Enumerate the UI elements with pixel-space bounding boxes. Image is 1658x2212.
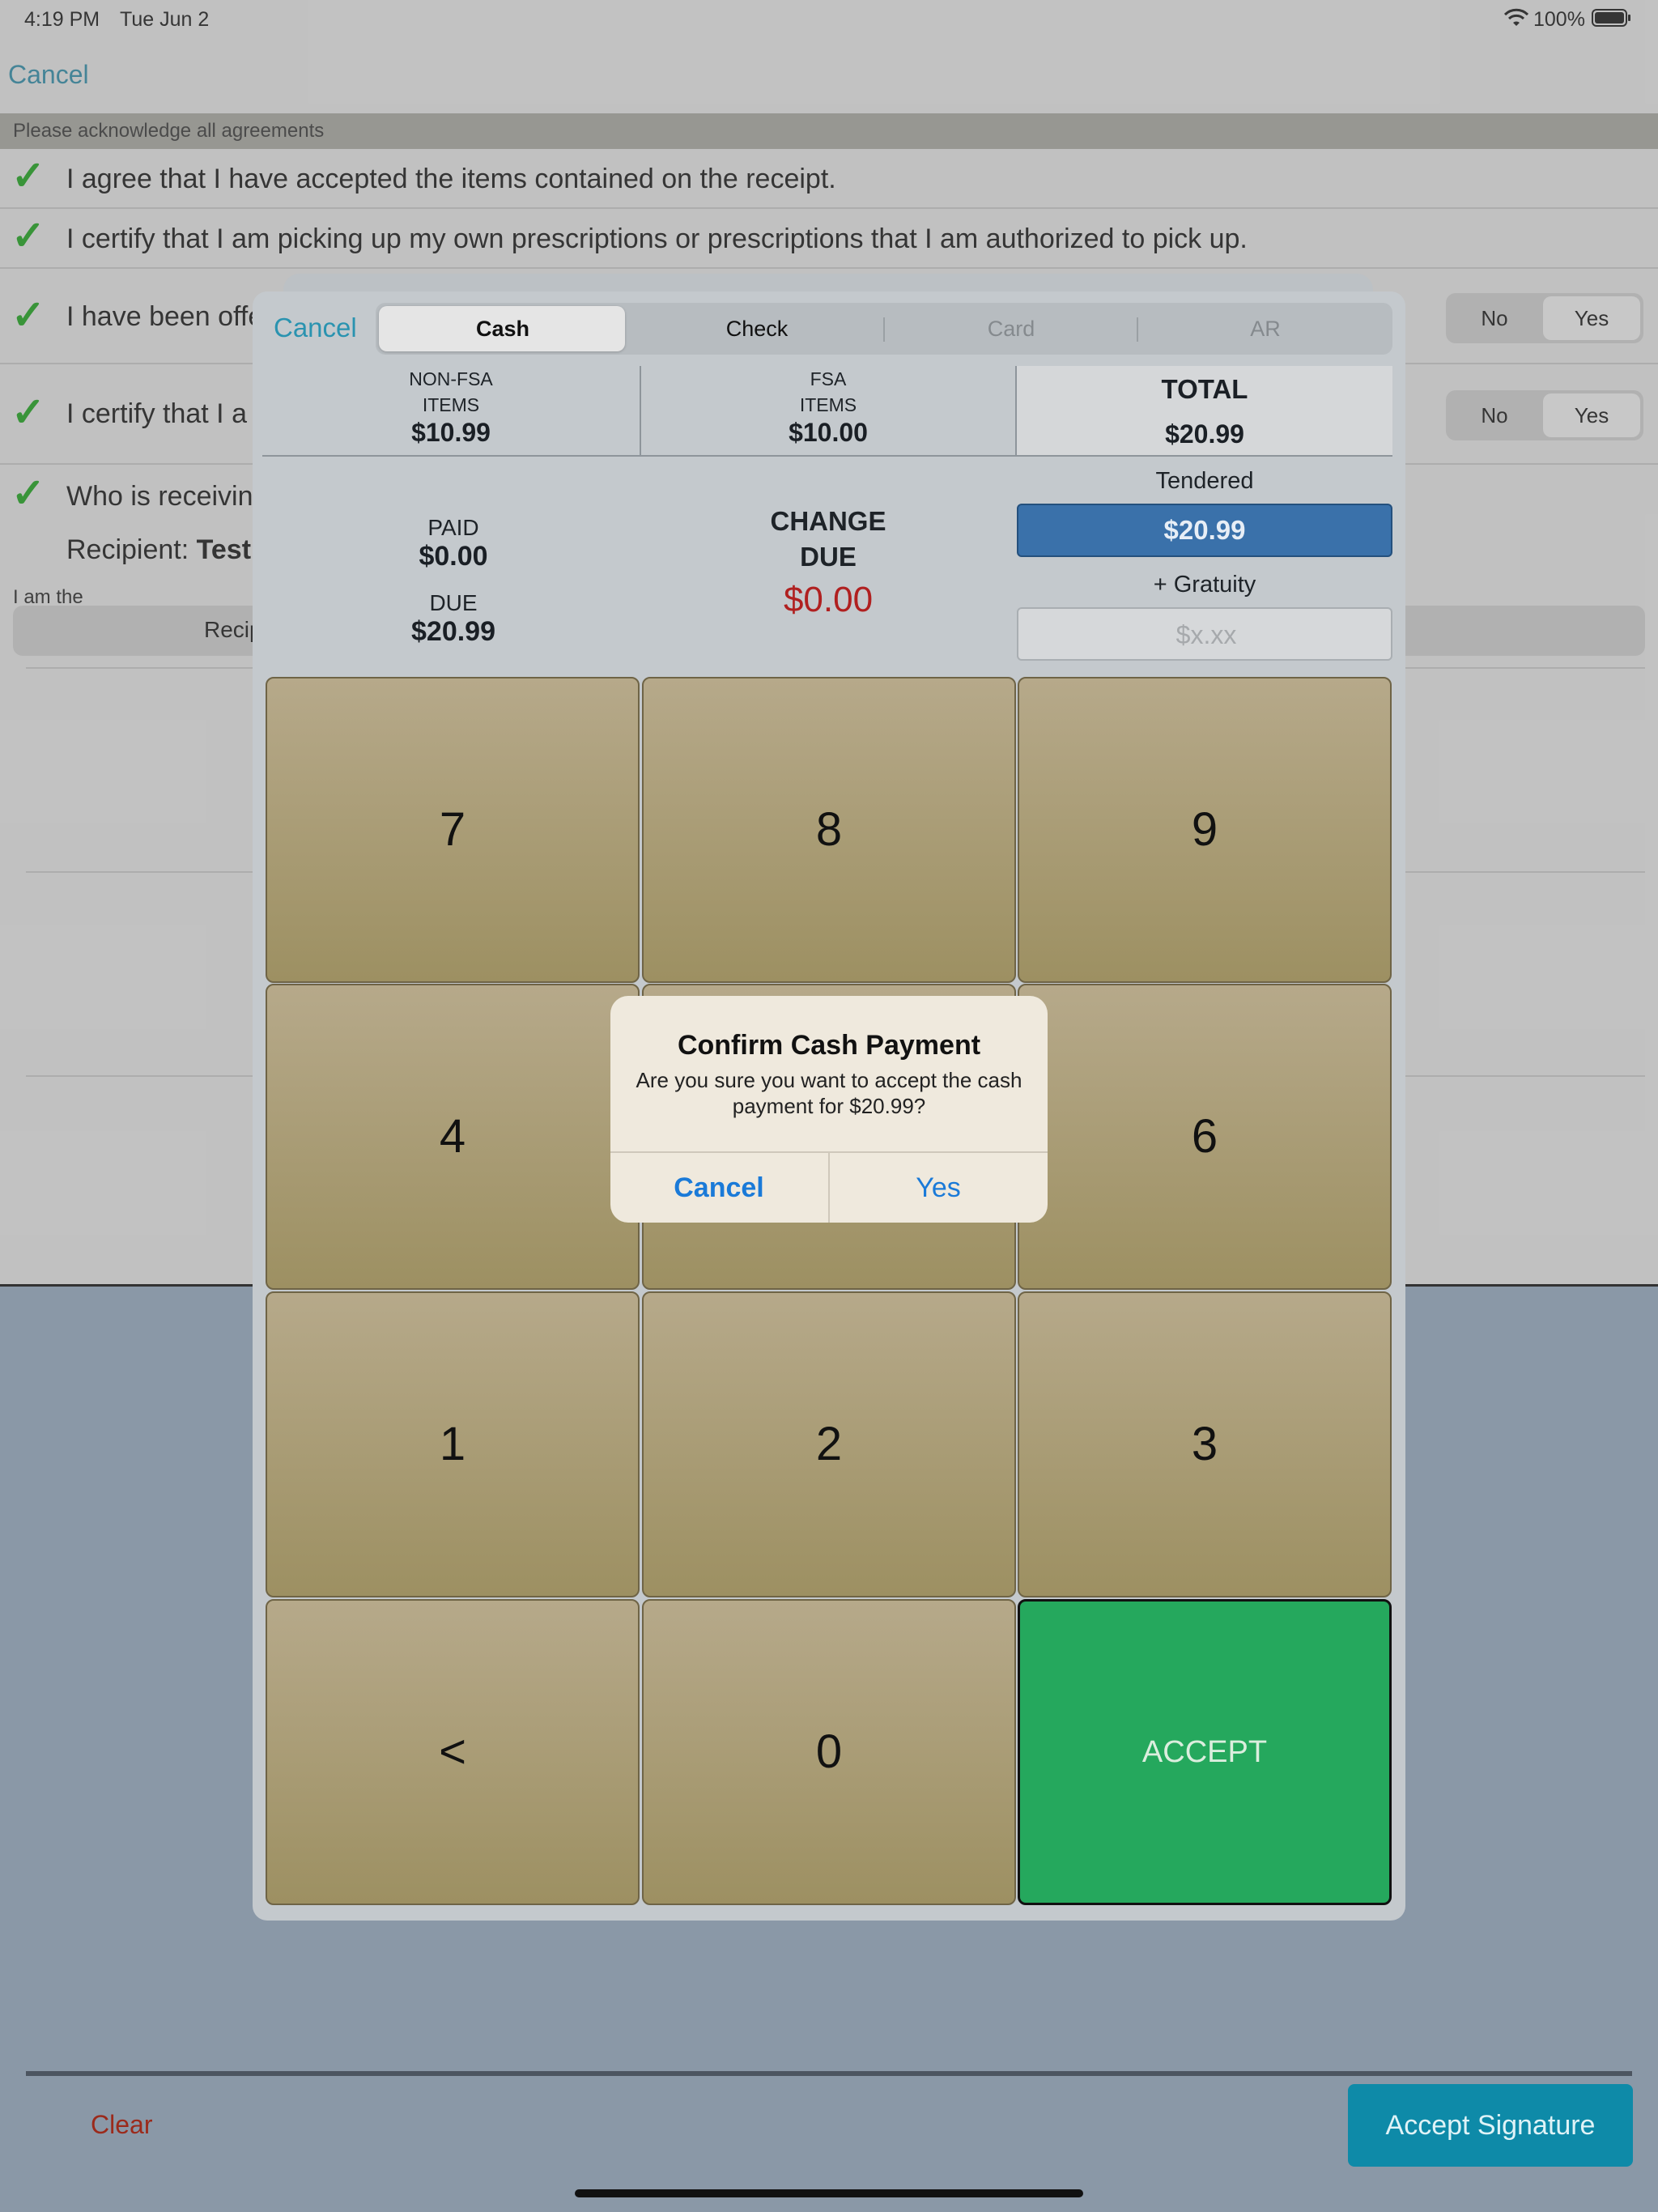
- gratuity-input[interactable]: [1018, 609, 1394, 661]
- total-label: TOTAL: [1161, 374, 1248, 404]
- key-9[interactable]: 9: [1018, 677, 1392, 983]
- accept-signature-button[interactable]: Accept Signature: [1348, 2084, 1633, 2167]
- clear-button[interactable]: Clear: [91, 2110, 152, 2140]
- modal-cancel-button[interactable]: Cancel: [274, 313, 357, 343]
- key-backspace[interactable]: <: [266, 1599, 640, 1905]
- key-8[interactable]: 8: [642, 677, 1016, 983]
- key-6[interactable]: 6: [1018, 984, 1392, 1290]
- paid-value: $0.00: [419, 541, 488, 572]
- change-value: $0.00: [783, 580, 874, 619]
- gratuity-field[interactable]: [1017, 607, 1394, 661]
- key-0[interactable]: 0: [642, 1599, 1016, 1905]
- non-fsa-label-2: ITEMS: [422, 394, 480, 415]
- tendered-field[interactable]: $20.99: [1017, 504, 1392, 557]
- total-summary: TOTAL $20.99: [1017, 366, 1392, 457]
- fsa-value: $10.00: [789, 418, 868, 447]
- fsa-label-2: ITEMS: [799, 394, 857, 415]
- key-4[interactable]: 4: [266, 984, 640, 1290]
- alert-title: Confirm Cash Payment: [677, 1030, 981, 1061]
- tendered-label: Tendered: [1155, 468, 1254, 494]
- due-value: $20.99: [411, 616, 495, 647]
- tab-ar[interactable]: AR: [1138, 303, 1392, 355]
- total-value: $20.99: [1165, 419, 1244, 449]
- gratuity-label: + Gratuity: [1153, 572, 1256, 598]
- change-label-2: DUE: [800, 542, 857, 572]
- tab-check[interactable]: Check: [630, 303, 884, 355]
- non-fsa-label-1: NON-FSA: [409, 368, 493, 389]
- signature-line: [26, 2071, 1632, 2076]
- accept-button[interactable]: ACCEPT: [1018, 1599, 1392, 1905]
- confirm-cash-payment-alert: Confirm Cash Payment Are you sure you wa…: [610, 996, 1048, 1223]
- non-fsa-summary: NON-FSA ITEMS $10.99: [262, 366, 640, 457]
- tab-card[interactable]: Card: [884, 303, 1138, 355]
- paid-due-block: PAID $0.00 DUE $20.99: [262, 515, 644, 648]
- tab-cash[interactable]: Cash: [376, 303, 630, 355]
- home-indicator: [575, 2189, 1083, 2197]
- summary-underline: [262, 455, 1392, 457]
- key-3[interactable]: 3: [1018, 1291, 1392, 1597]
- change-label-1: CHANGE: [770, 506, 886, 536]
- alert-message: Are you sure you want to accept the cash…: [636, 1068, 1022, 1118]
- fsa-label-1: FSA: [810, 368, 847, 389]
- change-due-block: CHANGE DUE $0.00: [640, 504, 1017, 620]
- alert-yes-button[interactable]: Yes: [830, 1153, 1047, 1223]
- due-label: DUE: [429, 590, 478, 615]
- key-2[interactable]: 2: [642, 1291, 1016, 1597]
- paid-label: PAID: [427, 515, 479, 540]
- fsa-summary: FSA ITEMS $10.00: [641, 366, 1015, 457]
- alert-cancel-button[interactable]: Cancel: [610, 1153, 827, 1223]
- non-fsa-value: $10.99: [411, 418, 491, 447]
- key-7[interactable]: 7: [266, 677, 640, 983]
- key-1[interactable]: 1: [266, 1291, 640, 1597]
